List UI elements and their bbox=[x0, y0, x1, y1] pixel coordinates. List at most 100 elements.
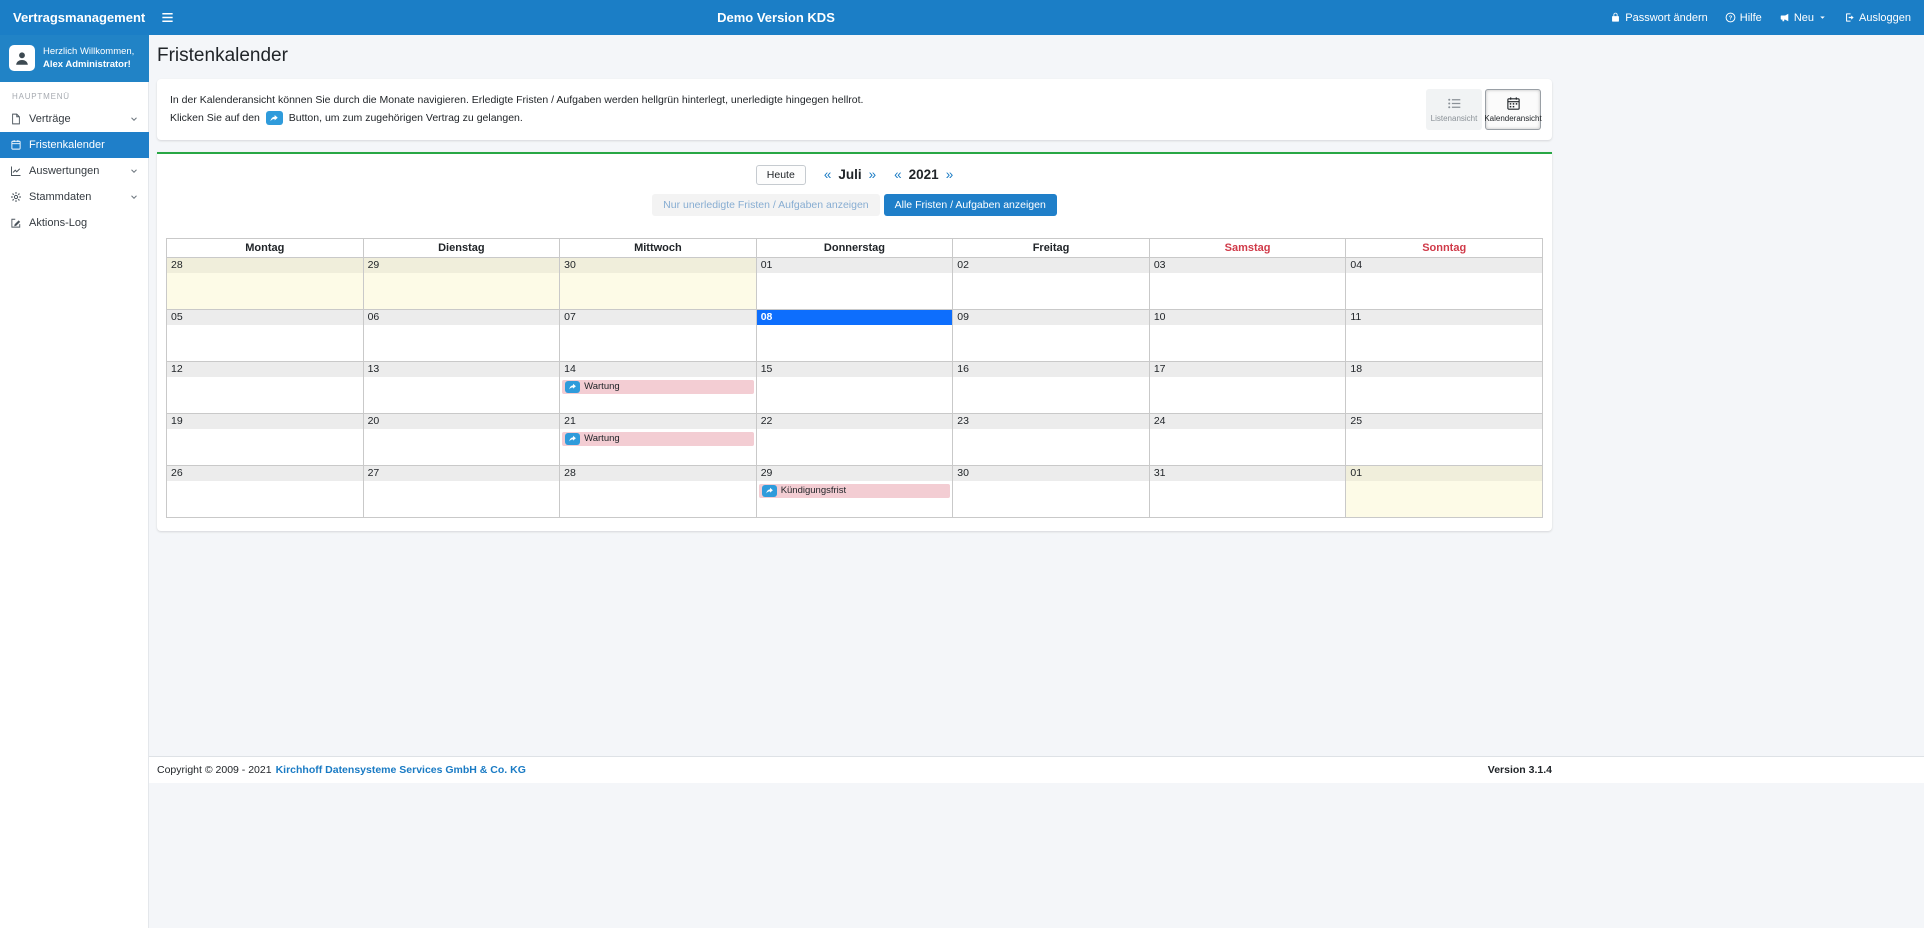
list-view-button[interactable]: Listenansicht bbox=[1426, 89, 1482, 130]
day-number: 01 bbox=[1346, 465, 1542, 481]
calendar-day-cell-18: 18 bbox=[1345, 360, 1543, 414]
copyright-text: Copyright © 2009 - 2021 bbox=[157, 763, 272, 776]
sidebar-menu: Verträge Fristenkalender Auswertungen Stamm… bbox=[0, 106, 149, 236]
event-label: Wartung bbox=[584, 381, 620, 393]
page-title: Fristenkalender bbox=[157, 45, 288, 66]
welcome-box: Herzlich Willkommen, Alex Administrator! bbox=[0, 35, 149, 82]
year-label: 2021 bbox=[908, 167, 939, 183]
sidebar-item-aktions-log[interactable]: Aktions-Log bbox=[0, 210, 149, 236]
day-number: 30 bbox=[953, 465, 1149, 481]
avatar bbox=[9, 45, 35, 72]
topbar-action-hilfe[interactable]: ? Hilfe bbox=[1725, 12, 1762, 24]
help-icon: ? bbox=[1725, 12, 1736, 23]
welcome-text: Herzlich Willkommen, Alex Administrator! bbox=[43, 45, 134, 72]
calendar-week-row: 26 27 28 29 Kündigungsfrist 30 31 01 bbox=[166, 464, 1543, 518]
day-number: 23 bbox=[953, 413, 1149, 429]
sidebar-item-fristenkalender[interactable]: Fristenkalender bbox=[0, 131, 149, 158]
next-year-arrow[interactable]: » bbox=[946, 167, 954, 182]
calendar-day-cell-09: 09 bbox=[952, 308, 1150, 362]
month-nav: « Juli » bbox=[824, 167, 876, 182]
calendar-view-button[interactable]: Kalenderansicht bbox=[1484, 89, 1542, 130]
goto-contract-button[interactable] bbox=[565, 432, 581, 445]
day-number: 04 bbox=[1346, 257, 1542, 273]
day-number: 11 bbox=[1346, 309, 1542, 325]
sidebar-item-label: Aktions-Log bbox=[29, 216, 88, 229]
topbar-action-label: Hilfe bbox=[1739, 11, 1762, 24]
calendar-day-cell-25: 25 bbox=[1345, 412, 1543, 466]
calendar-event: Wartung bbox=[562, 379, 754, 394]
day-number: 28 bbox=[560, 465, 756, 481]
goto-contract-icon bbox=[269, 113, 279, 123]
sidebar-toggle-button[interactable] bbox=[149, 0, 185, 35]
calendar-day-cell-24: 24 bbox=[1148, 412, 1347, 466]
sidebar-item-label: Auswertungen bbox=[29, 164, 100, 177]
day-number: 21 bbox=[560, 413, 756, 429]
today-button[interactable]: Heute bbox=[755, 164, 806, 185]
topbar-action-ausloggen[interactable]: Ausloggen bbox=[1844, 12, 1911, 24]
content-container: Fristenkalender In der Kalenderansicht k… bbox=[157, 45, 1552, 531]
footer: Copyright © 2009 - 2021 Kirchhoff Datens… bbox=[149, 755, 1924, 783]
weekday-header-dienstag: Dienstag bbox=[362, 237, 561, 258]
day-number: 06 bbox=[363, 309, 560, 325]
calendar-day-cell-28: 28 bbox=[166, 256, 364, 310]
calendar-day-cell-14: 14 Wartung bbox=[559, 360, 757, 414]
sidebar-item-label: Fristenkalender bbox=[29, 138, 105, 151]
next-month-arrow[interactable]: » bbox=[869, 167, 877, 182]
calendar-day-cell-26: 26 bbox=[166, 464, 364, 518]
day-number: 24 bbox=[1149, 413, 1346, 429]
year-nav: « 2021 » bbox=[894, 167, 953, 182]
month-label: Juli bbox=[838, 167, 862, 183]
calendar-day-cell-06: 06 bbox=[362, 308, 561, 362]
calendar-day-cell-05: 05 bbox=[166, 308, 364, 362]
sidebar-item-label: Stammdaten bbox=[29, 190, 92, 203]
gear-icon bbox=[10, 191, 22, 203]
info-line-2-prefix: Klicken Sie auf den bbox=[170, 112, 260, 125]
calendar-day-cell-29: 29 Kündigungsfrist bbox=[755, 464, 954, 518]
day-number: 31 bbox=[1149, 465, 1346, 481]
day-number: 29 bbox=[363, 257, 560, 273]
sidebar-item-stammdaten[interactable]: Stammdaten bbox=[0, 184, 149, 210]
calendar-view-label: Kalenderansicht bbox=[1484, 114, 1542, 123]
topbar-action-passwort-aendern[interactable]: Passwort ändern bbox=[1610, 12, 1708, 24]
weekday-header-montag: Montag bbox=[166, 237, 364, 258]
calendar-icon bbox=[10, 139, 22, 151]
topbar-actions: Passwort ändern? Hilfe Neu Ausloggen bbox=[1610, 12, 1924, 24]
prev-year-arrow[interactable]: « bbox=[894, 167, 902, 182]
sidebar-item-vertraege[interactable]: Verträge bbox=[0, 106, 149, 132]
day-number: 15 bbox=[756, 361, 953, 377]
app-brand[interactable]: Vertragsmanagement bbox=[0, 10, 149, 25]
sidebar-item-auswertungen[interactable]: Auswertungen bbox=[0, 158, 149, 184]
day-number: 30 bbox=[560, 257, 756, 273]
calendar-day-cell-31: 31 bbox=[1148, 464, 1347, 518]
calendar-day-cell-15: 15 bbox=[755, 360, 954, 414]
event-label: Kündigungsfrist bbox=[780, 485, 847, 497]
info-line-1: In der Kalenderansicht können Sie durch … bbox=[170, 94, 864, 106]
day-number: 16 bbox=[953, 361, 1149, 377]
filter-all-button[interactable]: Alle Fristen / Aufgaben anzeigen bbox=[883, 193, 1057, 216]
caret-down-icon bbox=[1818, 13, 1827, 22]
calendar-filters: Nur unerledigte Fristen / Aufgaben anzei… bbox=[166, 193, 1543, 216]
day-number: 05 bbox=[167, 309, 363, 325]
file-icon bbox=[10, 113, 22, 125]
prev-month-arrow[interactable]: « bbox=[824, 167, 832, 182]
weekday-header-freitag: Freitag bbox=[952, 237, 1150, 258]
day-number: 12 bbox=[167, 361, 363, 377]
calendar-week-row: 12 13 14 Wartung 15 16 17 18 bbox=[166, 360, 1543, 414]
weekday-header-samstag: Samstag bbox=[1148, 237, 1347, 258]
goto-contract-button[interactable] bbox=[761, 484, 777, 497]
info-card: In der Kalenderansicht können Sie durch … bbox=[157, 79, 1552, 140]
day-number: 10 bbox=[1149, 309, 1346, 325]
calendar-day-cell-21: 21 Wartung bbox=[559, 412, 757, 466]
topbar-action-neu[interactable]: Neu bbox=[1779, 12, 1827, 24]
company-link[interactable]: Kirchhoff Datensysteme Services GmbH & C… bbox=[276, 764, 526, 776]
filter-unfinished-button[interactable]: Nur unerledigte Fristen / Aufgaben anzei… bbox=[652, 193, 880, 216]
calendar-week-row: 28 29 30 01 02 03 04 bbox=[166, 256, 1543, 310]
calendar-day-cell-22: 22 bbox=[755, 412, 954, 466]
calendar-day-cell-10: 10 bbox=[1148, 308, 1347, 362]
goto-contract-button[interactable] bbox=[565, 380, 581, 393]
calendar-day-cell-19: 19 bbox=[166, 412, 364, 466]
day-number: 08 bbox=[756, 309, 953, 325]
calendar-day-cell-03: 03 bbox=[1148, 256, 1347, 310]
calendar-event: Wartung bbox=[562, 431, 754, 446]
megaphone-icon bbox=[1779, 12, 1790, 23]
